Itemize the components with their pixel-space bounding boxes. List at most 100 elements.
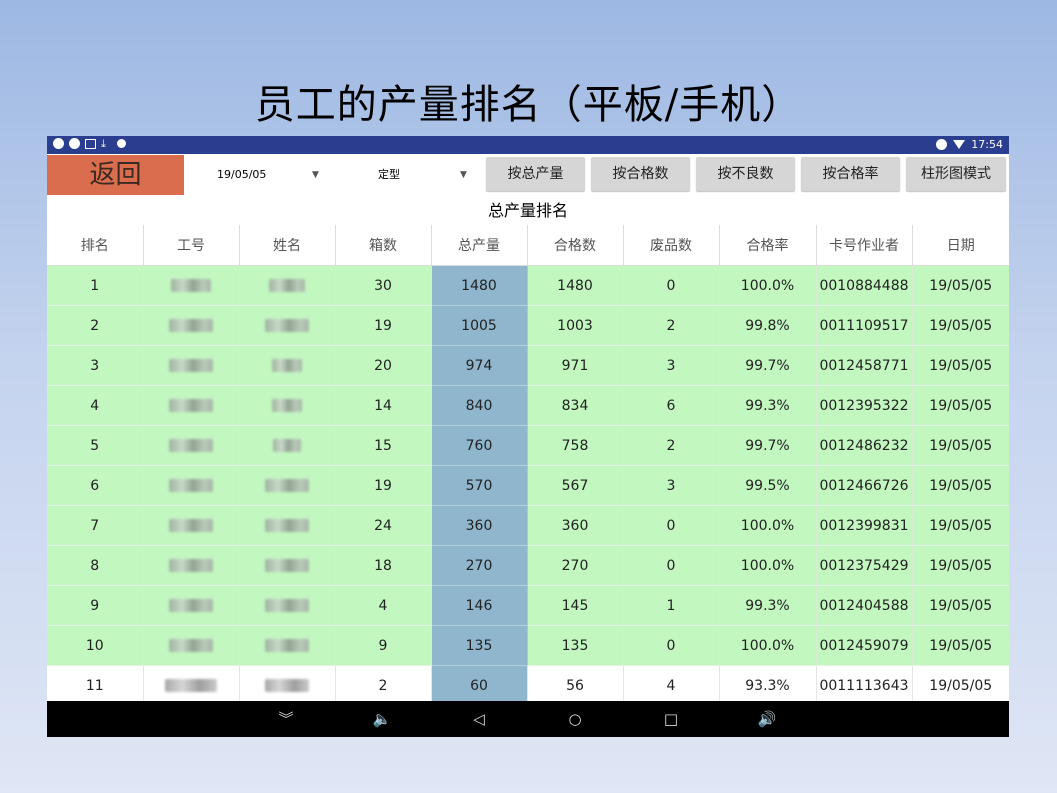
tablet-screen: ⤓ 17:54 返回 19/05/05 ▼ 定型 ▼ 按总产量 按合格数 按不良… [47, 136, 1009, 737]
dropdown-arrow-icon: ▼ [312, 170, 319, 180]
cell-card: 0012399831 [816, 505, 913, 546]
date-dropdown[interactable]: 19/05/05 ▼ [217, 154, 327, 196]
status-time: 17:54 [971, 138, 1003, 151]
cell-defects: 0 [623, 265, 720, 306]
cell-rank: 6 [47, 465, 144, 506]
cell-employee-id [143, 585, 240, 626]
header-rate: 合格率 [719, 225, 817, 266]
cell-boxes: 19 [335, 305, 432, 346]
table-row[interactable]: 2 19 1005 1003 2 99.8% 0011109517 19/05/05 [47, 305, 1009, 346]
cell-total: 146 [431, 585, 528, 626]
table-row[interactable]: 5 15 760 758 2 99.7% 0012486232 19/05/05 [47, 425, 1009, 466]
redacted-block [265, 559, 309, 572]
redacted-block [265, 679, 309, 692]
cell-name [239, 385, 336, 426]
bar-chart-mode-button[interactable]: 柱形图模式 [906, 157, 1006, 191]
cell-rate: 99.8% [719, 305, 817, 346]
cell-qualified: 1003 [527, 305, 624, 346]
table-row[interactable]: 9 4 146 145 1 99.3% 0012404588 19/05/05 [47, 585, 1009, 626]
cell-rate: 99.5% [719, 465, 817, 506]
android-nav-bar: ︾ 🔈 ◁ ○ □ 🔊 [47, 701, 1009, 737]
android-icon [117, 139, 126, 148]
cell-boxes: 18 [335, 545, 432, 586]
cell-boxes: 14 [335, 385, 432, 426]
table-row[interactable]: 7 24 360 360 0 100.0% 0012399831 19/05/05 [47, 505, 1009, 546]
redacted-block [169, 359, 213, 372]
cell-total: 1480 [431, 265, 528, 306]
wifi-icon [953, 140, 966, 149]
table-row[interactable]: 4 14 840 834 6 99.3% 0012395322 19/05/05 [47, 385, 1009, 426]
table-row[interactable]: 11 2 60 56 4 93.3% 0011113643 19/05/05 [47, 665, 1009, 706]
cell-boxes: 19 [335, 465, 432, 506]
cell-employee-id [143, 665, 240, 706]
cell-rank: 3 [47, 345, 144, 386]
header-defects: 废品数 [623, 225, 720, 266]
cell-defects: 0 [623, 625, 720, 666]
cell-date: 19/05/05 [912, 425, 1009, 466]
cell-name [239, 305, 336, 346]
sort-by-rate-button[interactable]: 按合格率 [801, 157, 900, 191]
cell-defects: 2 [623, 305, 720, 346]
table-row[interactable]: 3 20 974 971 3 99.7% 0012458771 19/05/05 [47, 345, 1009, 386]
cell-employee-id [143, 345, 240, 386]
cell-rank: 8 [47, 545, 144, 586]
cell-date: 19/05/05 [912, 665, 1009, 706]
cell-total: 760 [431, 425, 528, 466]
cell-employee-id [143, 545, 240, 586]
cell-card: 0012375429 [816, 545, 913, 586]
cell-date: 19/05/05 [912, 465, 1009, 506]
cell-rank: 1 [47, 265, 144, 306]
cell-boxes: 4 [335, 585, 432, 626]
cell-rank: 5 [47, 425, 144, 466]
home-icon[interactable]: ○ [565, 709, 585, 729]
sort-by-defects-button[interactable]: 按不良数 [696, 157, 795, 191]
cell-defects: 3 [623, 465, 720, 506]
sort-by-total-button[interactable]: 按总产量 [486, 157, 585, 191]
recents-icon[interactable]: □ [661, 709, 681, 729]
cell-rate: 99.3% [719, 585, 817, 626]
table-row[interactable]: 8 18 270 270 0 100.0% 0012375429 19/05/05 [47, 545, 1009, 586]
cell-qualified: 834 [527, 385, 624, 426]
table-row[interactable]: 10 9 135 135 0 100.0% 0012459079 19/05/05 [47, 625, 1009, 666]
cell-name [239, 465, 336, 506]
table-row[interactable]: 6 19 570 567 3 99.5% 0012466726 19/05/05 [47, 465, 1009, 506]
redacted-block [273, 439, 301, 452]
volume-up-icon[interactable]: 🔊 [757, 709, 777, 729]
redacted-block [169, 599, 213, 612]
type-dropdown[interactable]: 定型 ▼ [378, 154, 478, 196]
redacted-block [169, 519, 213, 532]
redacted-block [272, 359, 302, 372]
cell-date: 19/05/05 [912, 585, 1009, 626]
cell-defects: 2 [623, 425, 720, 466]
cell-name [239, 505, 336, 546]
back-icon[interactable]: ◁ [469, 709, 489, 729]
redacted-block [265, 319, 309, 332]
cell-rate: 100.0% [719, 625, 817, 666]
cell-date: 19/05/05 [912, 545, 1009, 586]
cell-total: 570 [431, 465, 528, 506]
header-boxes: 箱数 [335, 225, 432, 266]
header-qualified: 合格数 [527, 225, 624, 266]
cell-name [239, 585, 336, 626]
sync-icon [69, 138, 80, 149]
cell-qualified: 56 [527, 665, 624, 706]
cell-date: 19/05/05 [912, 345, 1009, 386]
cell-qualified: 758 [527, 425, 624, 466]
redacted-block [272, 399, 302, 412]
cell-boxes: 2 [335, 665, 432, 706]
cell-rank: 9 [47, 585, 144, 626]
sort-by-qualified-button[interactable]: 按合格数 [591, 157, 690, 191]
table-row[interactable]: 1 30 1480 1480 0 100.0% 0010884488 19/05/05 [47, 265, 1009, 306]
header-card: 卡号作业者 [816, 225, 913, 266]
header-employee-id: 工号 [143, 225, 240, 266]
cell-defects: 6 [623, 385, 720, 426]
cell-boxes: 9 [335, 625, 432, 666]
cell-qualified: 270 [527, 545, 624, 586]
redacted-block [171, 279, 211, 292]
header-name: 姓名 [239, 225, 336, 266]
collapse-icon[interactable]: ︾ [276, 709, 296, 729]
cell-total: 974 [431, 345, 528, 386]
volume-down-icon[interactable]: 🔈 [372, 709, 392, 729]
back-button[interactable]: 返回 [47, 155, 184, 195]
cell-boxes: 30 [335, 265, 432, 306]
